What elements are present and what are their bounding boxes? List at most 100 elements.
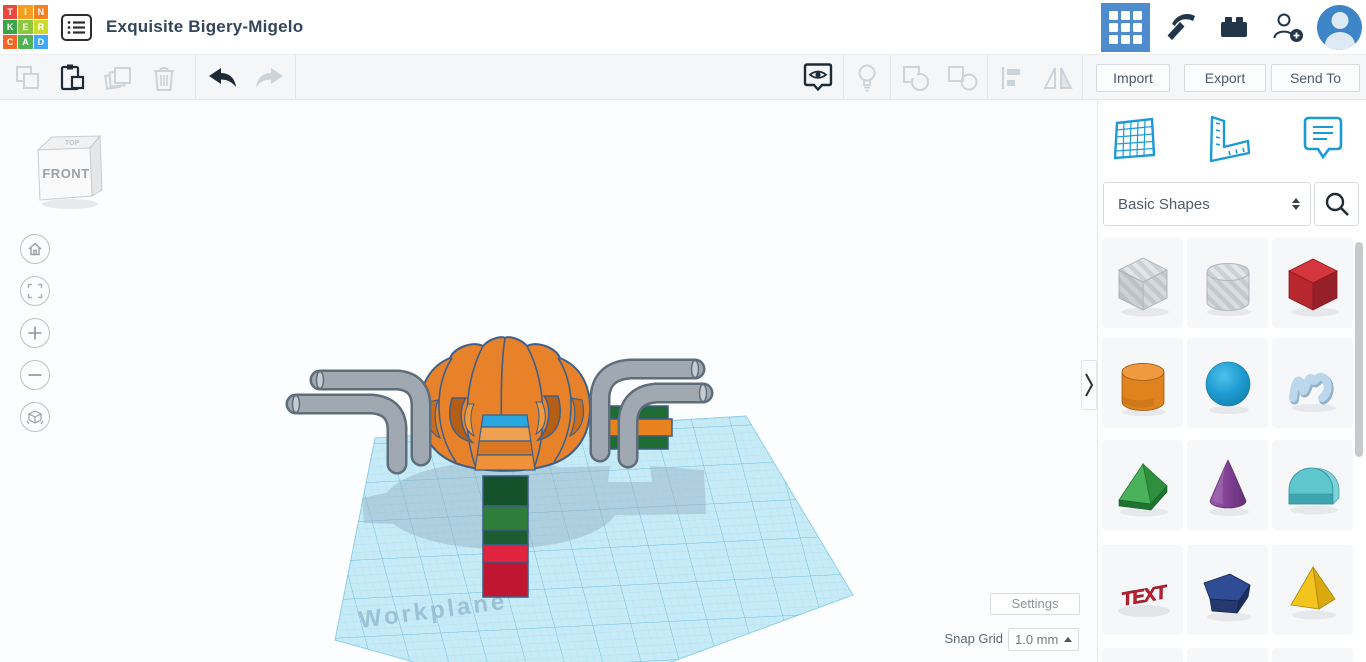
pumpkin-model[interactable] bbox=[420, 337, 590, 470]
redo-button[interactable] bbox=[248, 63, 292, 93]
shape-search-button[interactable] bbox=[1314, 182, 1359, 226]
import-button[interactable]: Import bbox=[1096, 64, 1170, 92]
home-view-button[interactable] bbox=[20, 234, 50, 264]
pickaxe-icon bbox=[1163, 10, 1197, 44]
panel-tabs bbox=[1098, 108, 1358, 168]
scene-3d: Workplane bbox=[0, 100, 1097, 662]
copy-button[interactable] bbox=[8, 63, 48, 93]
perspective-cube-icon bbox=[26, 408, 44, 426]
design-title[interactable]: Exquisite Bigery-Migelo bbox=[106, 17, 303, 37]
snap-grid-arrow-icon bbox=[1064, 637, 1072, 642]
tab-ruler[interactable] bbox=[1204, 110, 1250, 166]
avatar-head bbox=[1331, 12, 1348, 29]
home-icon bbox=[27, 241, 43, 257]
tab-notes[interactable] bbox=[1300, 110, 1346, 166]
toolbar-separator bbox=[843, 55, 844, 100]
add-person-icon bbox=[1271, 10, 1305, 44]
search-icon bbox=[1324, 191, 1350, 217]
group-button[interactable] bbox=[893, 63, 938, 93]
shape-cone[interactable] bbox=[1187, 440, 1268, 530]
design-menu-icon[interactable] bbox=[61, 14, 92, 41]
header-right bbox=[1101, 0, 1366, 54]
pumpkin-mouth bbox=[475, 415, 535, 470]
fit-view-button[interactable] bbox=[20, 276, 50, 306]
align-button[interactable] bbox=[990, 63, 1034, 93]
settings-button[interactable]: Settings bbox=[990, 593, 1080, 615]
snap-grid-select[interactable]: 1.0 mm bbox=[1008, 628, 1079, 651]
group-icon bbox=[901, 64, 931, 92]
tinkercad-logo[interactable]: T I N K E R C A D bbox=[3, 5, 48, 50]
export-button[interactable]: Export bbox=[1184, 64, 1266, 92]
show-all-eye-icon bbox=[803, 62, 833, 94]
shape-text[interactable]: TEXT bbox=[1102, 545, 1183, 635]
copy-icon bbox=[14, 64, 42, 92]
round-roof-thumb bbox=[1277, 448, 1349, 522]
sphere-thumb bbox=[1192, 346, 1264, 420]
snap-grid-label: Snap Grid bbox=[905, 631, 1003, 646]
shape-card-partial[interactable] bbox=[1102, 648, 1183, 662]
shape-sphere[interactable] bbox=[1187, 338, 1268, 428]
snap-grid-value: 1.0 mm bbox=[1015, 632, 1058, 647]
paste-button[interactable] bbox=[52, 63, 92, 93]
shape-box-hole[interactable] bbox=[1102, 238, 1183, 328]
brick-button[interactable] bbox=[1209, 3, 1258, 52]
shape-round-roof[interactable] bbox=[1272, 440, 1353, 530]
cylinder-thumb bbox=[1107, 346, 1179, 420]
shape-card-partial[interactable] bbox=[1272, 648, 1353, 662]
bulb-icon bbox=[856, 63, 878, 93]
block-column[interactable] bbox=[483, 476, 528, 597]
shape-cylinder[interactable] bbox=[1102, 338, 1183, 428]
workplane-grid-icon bbox=[1112, 113, 1158, 163]
apps-grid-icon bbox=[1109, 11, 1142, 44]
lego-brick-icon bbox=[1217, 12, 1251, 42]
3d-viewport[interactable]: Workplane bbox=[0, 100, 1097, 662]
send-to-button[interactable]: Send To bbox=[1271, 64, 1360, 92]
zoom-in-button[interactable] bbox=[20, 318, 50, 348]
select-spinner-icon bbox=[1292, 198, 1300, 210]
delete-button[interactable] bbox=[144, 63, 184, 93]
avatar[interactable] bbox=[1317, 5, 1362, 50]
mirror-button[interactable] bbox=[1036, 63, 1080, 93]
show-all-button[interactable] bbox=[796, 63, 840, 93]
perspective-toggle-button[interactable] bbox=[20, 402, 50, 432]
list-icon bbox=[67, 20, 86, 35]
toolbar-separator bbox=[987, 55, 988, 100]
shape-category-value: Basic Shapes bbox=[1118, 196, 1210, 213]
view-cube-top-label: TOP bbox=[65, 140, 80, 147]
add-person-button[interactable] bbox=[1263, 3, 1312, 52]
zoom-out-button[interactable] bbox=[20, 360, 50, 390]
avatar-body bbox=[1325, 32, 1355, 50]
shape-cylinder-hole[interactable] bbox=[1187, 238, 1268, 328]
shape-card-partial[interactable] bbox=[1187, 648, 1268, 662]
undo-icon bbox=[206, 66, 238, 90]
box-hole-thumb bbox=[1107, 246, 1179, 320]
undo-button[interactable] bbox=[200, 63, 244, 93]
duplicate-button[interactable] bbox=[98, 63, 138, 93]
shape-scribble[interactable] bbox=[1272, 338, 1353, 428]
ungroup-button[interactable] bbox=[940, 63, 985, 93]
shape-pyramid[interactable] bbox=[1272, 545, 1353, 635]
view-cube[interactable]: TOP FRONT bbox=[28, 128, 106, 216]
shape-roof[interactable] bbox=[1102, 440, 1183, 530]
tab-workplane[interactable] bbox=[1112, 110, 1158, 166]
view-cube-front-label: FRONT bbox=[42, 166, 89, 181]
cone-thumb bbox=[1192, 448, 1264, 522]
text-thumb: TEXT bbox=[1107, 553, 1179, 627]
shape-category-select[interactable]: Basic Shapes bbox=[1103, 182, 1311, 226]
roof-thumb bbox=[1107, 448, 1179, 522]
toolbar-separator bbox=[1082, 55, 1083, 100]
minecraft-button[interactable] bbox=[1155, 3, 1204, 52]
toolbar-separator bbox=[195, 55, 196, 100]
box-thumb bbox=[1277, 246, 1349, 320]
light-button[interactable] bbox=[846, 63, 888, 93]
shapes-panel: Basic Shapes bbox=[1097, 100, 1366, 662]
view-cube-graphic: TOP FRONT bbox=[28, 128, 106, 216]
shape-box[interactable] bbox=[1272, 238, 1353, 328]
dashboard-grid-button[interactable] bbox=[1101, 3, 1150, 52]
panel-collapse-handle[interactable] bbox=[1081, 360, 1097, 410]
redo-icon bbox=[254, 66, 286, 90]
panel-scrollbar-thumb[interactable] bbox=[1355, 242, 1363, 457]
paste-icon bbox=[58, 63, 86, 93]
shape-polygon[interactable] bbox=[1187, 545, 1268, 635]
notes-icon bbox=[1301, 113, 1345, 163]
